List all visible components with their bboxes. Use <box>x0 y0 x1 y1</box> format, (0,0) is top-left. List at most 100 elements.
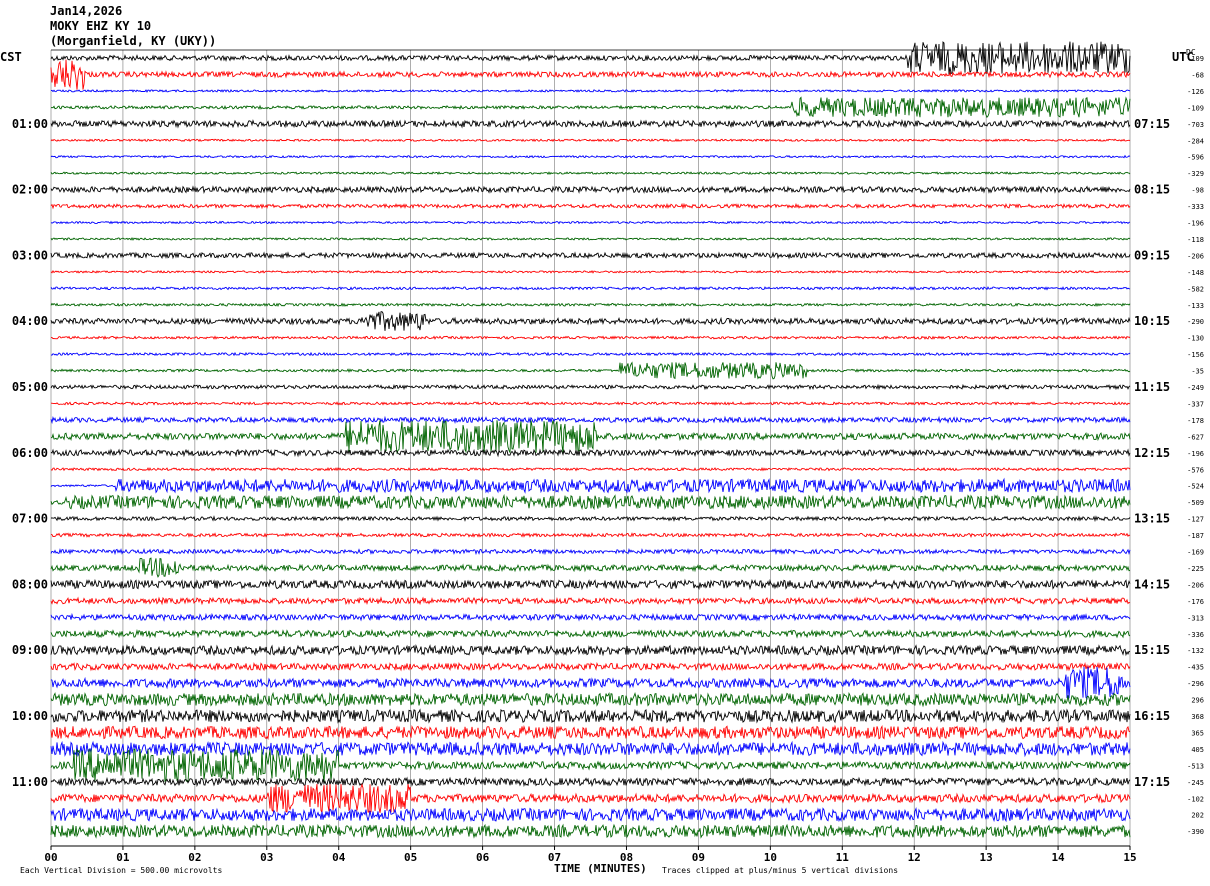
trace-33 <box>50 578 1131 591</box>
scale-note: Each Vertical Division = 500.00 microvol… <box>20 866 223 875</box>
trace-27 <box>50 477 1131 494</box>
dc-offset-label: -524 <box>1187 483 1204 491</box>
utc-time-label: 11:15 <box>1134 380 1170 394</box>
trace-35 <box>50 612 1131 622</box>
cst-time-label: 09:00 <box>12 643 48 657</box>
cst-time-label: 04:00 <box>12 314 48 328</box>
trace-2 <box>50 59 1131 90</box>
trace-36 <box>50 628 1131 639</box>
trace-48 <box>50 823 1131 839</box>
trace-44 <box>50 747 1131 783</box>
trace-26 <box>50 466 1131 472</box>
utc-time-label: 16:15 <box>1134 709 1170 723</box>
dc-offset-label: -102 <box>1187 795 1204 803</box>
dc-offset-label: -118 <box>1187 236 1204 244</box>
dc-offset-label: -337 <box>1187 400 1204 408</box>
dc-offset-label: -596 <box>1187 154 1204 162</box>
trace-4 <box>50 96 1131 119</box>
cst-time-label: 03:00 <box>12 248 48 262</box>
dc-offset-label: -126 <box>1187 88 1204 96</box>
trace-15 <box>50 286 1131 291</box>
utc-time-label: 07:15 <box>1134 117 1170 131</box>
dc-offset-label: -98 <box>1191 187 1204 195</box>
dc-offset-label: -127 <box>1187 516 1204 524</box>
x-tick-label: 05 <box>404 851 417 864</box>
dc-offset-label: -576 <box>1187 466 1204 474</box>
x-tick-label: 14 <box>1051 851 1065 864</box>
dc-offset-label: 202 <box>1191 812 1204 820</box>
dc-offset-label: 405 <box>1191 746 1204 754</box>
trace-39 <box>50 666 1131 700</box>
x-tick-label: 13 <box>980 851 993 864</box>
trace-11 <box>50 220 1131 225</box>
dc-offset-label: -169 <box>1187 549 1204 557</box>
trace-25 <box>50 448 1131 458</box>
dc-offset-label: 296 <box>1191 697 1204 705</box>
dc-offset-label: -336 <box>1187 631 1204 639</box>
dc-offset-label: -206 <box>1187 252 1204 260</box>
trace-7 <box>50 154 1131 159</box>
dc-offset-label: -333 <box>1187 203 1204 211</box>
dc-offset-label: -132 <box>1187 647 1204 655</box>
dc-offset-label: -35 <box>1191 368 1204 376</box>
trace-16 <box>50 302 1131 308</box>
left-time-labels: 01:00 02:00 03:00 04:00 05:00 06:00 07:00 08:00… <box>12 117 48 789</box>
dc-offset-label: -509 <box>1187 499 1204 507</box>
utc-time-label: 12:15 <box>1134 446 1170 460</box>
dc-offset-label: -206 <box>1187 581 1204 589</box>
trace-5 <box>50 119 1131 129</box>
cst-time-label: 07:00 <box>12 512 48 526</box>
x-tick-label: 04 <box>332 851 346 864</box>
clip-note: Traces clipped at plus/minus 5 vertical … <box>662 866 899 875</box>
dc-offset-label: -284 <box>1187 137 1204 145</box>
trace-47 <box>50 807 1131 823</box>
dc-offset-label: -225 <box>1187 565 1204 573</box>
trace-42 <box>50 724 1131 740</box>
utc-time-label: 15:15 <box>1134 643 1170 657</box>
trace-10 <box>50 202 1131 210</box>
trace-21 <box>50 383 1131 391</box>
trace-32 <box>50 557 1131 578</box>
right-time-labels: 07:15 08:15 09:15 10:15 11:15 12:15 13:15 14:15… <box>1134 117 1170 789</box>
trace-40 <box>50 691 1131 708</box>
cst-time-label: 11:00 <box>12 775 48 789</box>
utc-time-label: 10:15 <box>1134 314 1170 328</box>
trace-8 <box>50 171 1131 176</box>
seismogram-plot: 00 01 02 03 04 05 06 07 08 09 10 11 12 13 14 15 01:0002… <box>12 41 1204 864</box>
trace-31 <box>50 548 1131 556</box>
minute-gridlines <box>50 49 1131 847</box>
x-tick-label: 06 <box>476 851 490 864</box>
trace-43 <box>50 740 1131 758</box>
dc-offset-label: -249 <box>1187 384 1204 392</box>
x-axis-title: TIME (MINUTES) <box>554 862 647 875</box>
x-tick-label: 12 <box>908 851 921 864</box>
cst-time-label: 02:00 <box>12 183 48 197</box>
dc-offset-label: -435 <box>1187 664 1204 672</box>
trace-38 <box>50 661 1131 672</box>
trace-17 <box>50 311 1131 331</box>
dc-offset-label: -130 <box>1187 335 1204 343</box>
cst-time-label: 05:00 <box>12 380 48 394</box>
trace-23 <box>50 415 1131 425</box>
trace-45 <box>50 776 1131 788</box>
dc-offset-label: -290 <box>1187 318 1204 326</box>
trace-12 <box>50 237 1131 241</box>
trace-group <box>50 41 1131 839</box>
trace-18 <box>50 335 1131 340</box>
dc-offset-label: 368 <box>1191 713 1204 721</box>
trace-30 <box>50 532 1131 538</box>
trace-6 <box>50 138 1131 143</box>
header-date: Jan14,2026 <box>50 4 123 18</box>
dc-offset-label: -109 <box>1187 104 1204 112</box>
dc-offset-label: -68 <box>1191 71 1204 79</box>
dc-offset-label: -178 <box>1187 417 1204 425</box>
trace-3 <box>50 88 1131 93</box>
dc-offset-label: -313 <box>1187 614 1204 622</box>
cst-time-label: 08:00 <box>12 577 48 591</box>
trace-28 <box>50 493 1131 511</box>
trace-46 <box>50 783 1131 814</box>
cst-time-label: 01:00 <box>12 117 48 131</box>
dc-offset-label: -582 <box>1187 285 1204 293</box>
trace-24 <box>51 420 1131 455</box>
dc-offset-label: -196 <box>1187 450 1204 458</box>
